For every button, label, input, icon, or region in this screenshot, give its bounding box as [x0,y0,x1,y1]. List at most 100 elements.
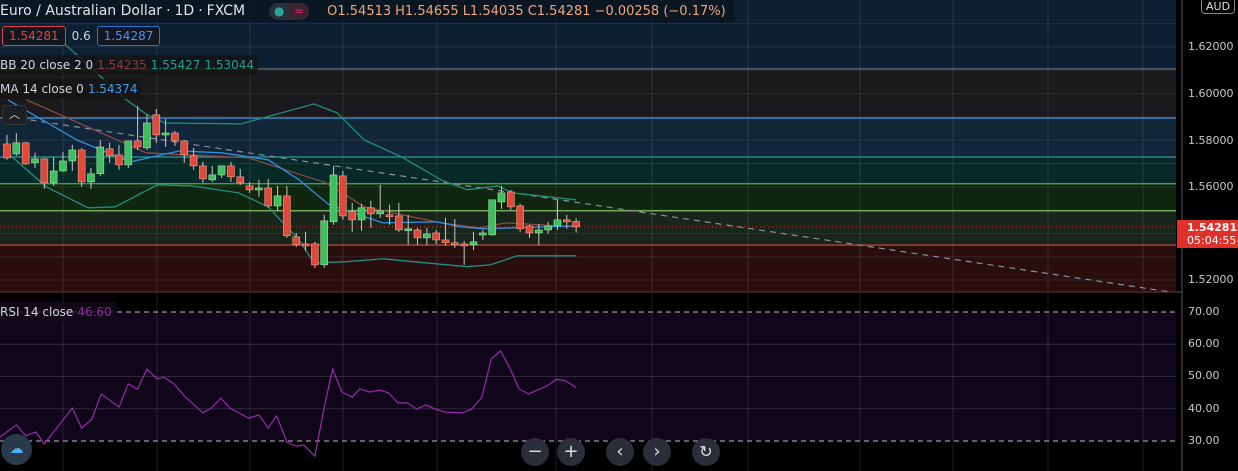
reset-chart-button[interactable]: ↻ [692,438,720,466]
rsi-legend[interactable]: RSI 14 close 46.60 [0,302,116,322]
candle-body [161,132,170,136]
price-tick: 1.58000 [1188,134,1234,147]
candle-body [68,149,77,162]
sell-button[interactable]: 1.54281 [2,26,66,46]
symbol-legend: Euro / Australian Dollar · 1D · FXCM ● ≈ … [0,0,734,22]
candle-body [329,174,338,223]
candle-body [385,214,394,218]
market-status-toggle[interactable]: ● ≈ [269,2,310,20]
candle-body [124,140,133,166]
ohlc-high: H1.54655 [395,3,459,19]
price-tick: 1.62000 [1188,40,1234,53]
candle-body [133,140,142,148]
candle-body [115,154,123,166]
fib-zone [0,183,1176,211]
wave-icon: ≈ [289,4,310,18]
fib-zone [0,210,1176,246]
scroll-left-button[interactable]: ‹ [606,438,634,466]
zoom-in-button[interactable]: + [557,438,585,466]
candle-body [227,165,235,178]
candle-body [516,205,524,230]
candle-body [460,243,468,247]
candle-body [544,225,552,231]
candle-body [479,232,487,236]
candle-body [96,146,105,175]
candle-body [59,160,67,172]
candle-body [255,187,263,191]
candle-body [40,158,49,184]
candle-body [77,149,86,183]
candle-body [395,215,403,231]
rsi-tick: 40.00 [1188,402,1220,415]
candle-body [441,239,450,244]
chevron-up-icon: ︿ [9,108,20,121]
symbol-name: Euro / Australian Dollar [0,3,163,19]
candle-body [3,143,11,159]
candle-body [12,142,21,155]
status-dot-icon: ● [273,4,285,18]
candle-body [488,199,496,236]
candle-body [451,242,459,246]
candle-body [217,165,226,176]
price-tick: 1.52000 [1188,273,1234,286]
candle-body [572,221,580,228]
scroll-right-button[interactable]: › [643,438,671,466]
candle-body [49,170,58,184]
ohlc-change: −0.00258 (−0.17%) [594,3,726,19]
price-tick: 1.56000 [1188,180,1234,193]
rsi-tick: 30.00 [1188,434,1220,447]
ma-value: 1.54374 [87,82,138,96]
candle-body [264,187,273,207]
rsi-tick: 60.00 [1188,337,1220,350]
candle-body [376,210,385,215]
candle-body [180,140,189,156]
candle-body [21,142,30,165]
spread: 0.6 [71,29,91,43]
candle-body [404,228,412,232]
bb-basis-value: 1.54235 [97,58,147,72]
exchange: FXCM [206,3,246,19]
rsi-value: 46.60 [77,305,112,319]
fib-zone [0,245,1176,292]
candle-body [273,195,282,207]
candle-body [189,155,198,167]
candle-body [432,232,440,241]
candle-body [311,243,319,266]
ma-legend[interactable]: MA 14 close 0 1.54374 [0,79,142,99]
bb-legend[interactable]: BB 20 close 2 0 1.54235 1.55427 1.53044 [0,55,259,75]
price-tick: 1.60000 [1188,87,1234,100]
bar-countdown: 05:04:55 [1187,234,1237,247]
candle-body [236,176,245,184]
candle-body [413,229,422,239]
candle-body [469,241,478,246]
buy-button[interactable]: 1.54287 [96,26,161,46]
candle-body [87,173,95,183]
rsi-tick: 50.00 [1188,369,1220,382]
bb-lower-value: 1.53044 [204,58,255,72]
candle-body [339,175,347,217]
candle-body [31,158,39,164]
candle-body [320,220,329,266]
currency-badge[interactable]: AUD [1201,0,1236,14]
trade-panel: 1.54281 0.6 1.54287 [2,26,161,46]
interval[interactable]: 1D [175,3,195,19]
candle-body [292,236,301,246]
candle-body [423,233,431,239]
current-price-label: 1.54281 05:04:55 [1177,220,1238,248]
candle-body [357,207,366,221]
candle-body [535,229,543,234]
collapse-legend-button[interactable]: ︿ [2,105,27,125]
ohlc-close: C1.54281 [527,3,591,19]
candle-body [208,174,217,181]
rsi-tick: 70.00 [1188,305,1220,318]
candle-body [152,114,161,136]
tradingview-logo[interactable]: ☁ [1,434,32,465]
candle-body [245,185,254,191]
candle-body [553,219,562,227]
ohlc-open: O1.54513 [327,3,392,19]
fib-zone [0,156,1176,184]
candle-body [171,132,179,142]
zoom-out-button[interactable]: − [521,438,549,466]
candle-body [143,122,151,149]
candle-body [562,219,571,223]
